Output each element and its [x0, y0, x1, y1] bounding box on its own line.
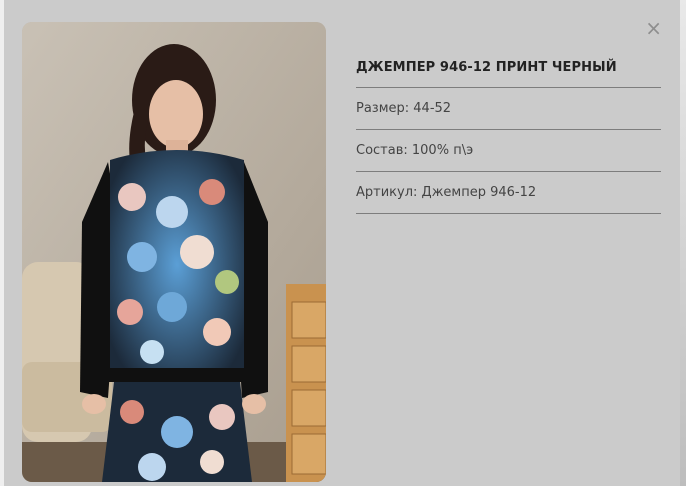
close-icon[interactable]: × [645, 18, 662, 38]
product-title: ДЖЕМПЕР 946-12 ПРИНТ ЧЕРНЫЙ [356, 48, 661, 88]
product-photo [22, 22, 326, 482]
product-size: Размер: 44-52 [356, 88, 661, 130]
product-modal: × ДЖЕМПЕР 946-12 ПРИНТ ЧЕРНЫЙ Размер: 44… [4, 0, 680, 486]
product-photo-illustration [22, 22, 326, 482]
product-details: ДЖЕМПЕР 946-12 ПРИНТ ЧЕРНЫЙ Размер: 44-5… [356, 48, 661, 214]
product-article: Артикул: Джемпер 946-12 [356, 172, 661, 214]
backdrop-right-edge [680, 0, 686, 486]
product-composition: Состав: 100% п\э [356, 130, 661, 172]
